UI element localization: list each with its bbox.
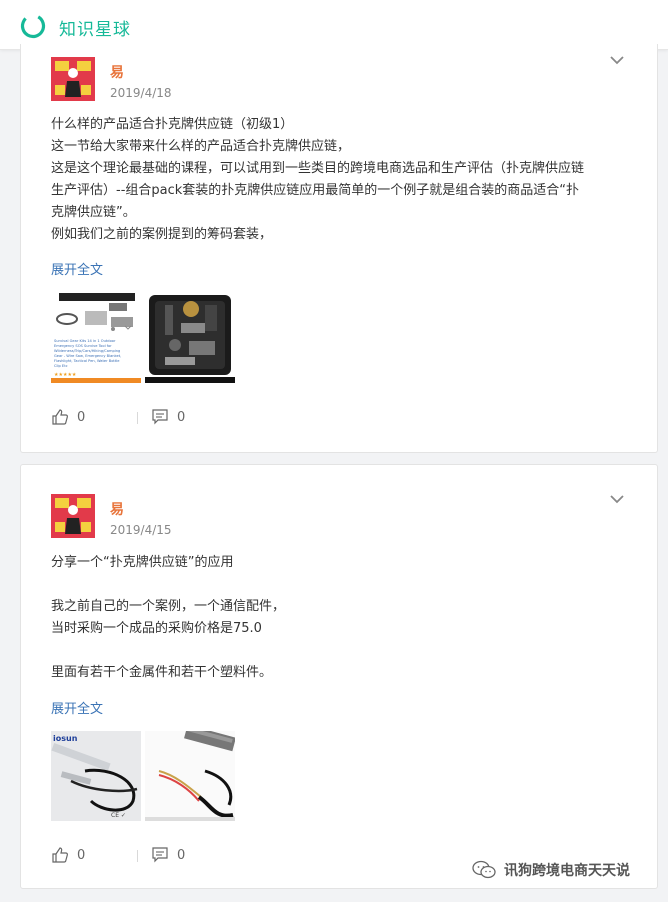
svg-text:CE ✓: CE ✓ bbox=[111, 812, 126, 819]
comment-count: 0 bbox=[177, 409, 186, 425]
content-line: 我之前自己的一个案例，一个通信配件， bbox=[51, 599, 286, 614]
comment-count: 0 bbox=[177, 847, 186, 863]
svg-text:Gear - Wire Saw, Emergency Bla: Gear - Wire Saw, Emergency Blanket, bbox=[54, 354, 121, 358]
svg-text:★★★★★: ★★★★★ bbox=[54, 372, 77, 378]
thumbs-up-icon bbox=[52, 847, 68, 863]
chevron-down-icon[interactable] bbox=[609, 493, 625, 505]
svg-text:Wilderness/Trip/Cars/Hiking/Ca: Wilderness/Trip/Cars/Hiking/Camping bbox=[54, 349, 120, 353]
comment-icon bbox=[152, 409, 168, 425]
author-name[interactable]: 易 bbox=[110, 499, 124, 519]
like-count: 0 bbox=[77, 409, 86, 425]
content-line: 生产评估）--组合pack套装的扑克牌供应链应用最简单的一个例子就是组合装的商品… bbox=[51, 183, 580, 198]
avatar[interactable] bbox=[51, 494, 95, 538]
divider bbox=[137, 412, 138, 424]
post-content: 分享一个“扑克牌供应链”的应用 我之前自己的一个案例，一个通信配件， 当时采购一… bbox=[51, 552, 631, 684]
content-line: 当时采购一个成品的采购价格是75.0 bbox=[51, 621, 262, 636]
chevron-down-icon[interactable] bbox=[609, 54, 625, 66]
svg-text:Emergency SOS Survive Tool for: Emergency SOS Survive Tool for bbox=[54, 344, 112, 348]
author-name[interactable]: 易 bbox=[110, 62, 124, 82]
svg-text:Clip Etc: Clip Etc bbox=[54, 364, 68, 368]
content-line: 分享一个“扑克牌供应链”的应用 bbox=[51, 555, 234, 570]
brand-name[interactable]: 知识星球 bbox=[59, 15, 131, 40]
post-card: 易 2019/4/15 分享一个“扑克牌供应链”的应用 我之前自己的一个案例，一… bbox=[20, 464, 658, 889]
content-line: 例如我们之前的案例提到的筹码套装， bbox=[51, 227, 273, 242]
content-line: 这一节给大家带来什么样的产品适合扑克牌供应链， bbox=[51, 139, 351, 154]
content-line: 克牌供应链”。 bbox=[51, 205, 136, 220]
post-date: 2019/4/15 bbox=[110, 523, 172, 537]
post-card: 易 2019/4/18 什么样的产品适合扑克牌供应链（初级1） 这一节给大家带来… bbox=[20, 44, 658, 453]
like-button[interactable]: 0 bbox=[51, 846, 85, 864]
content-line: 这是这个理论最基础的课程，可以试用到一些类目的跨境电商选品和生产评估（扑克牌供应… bbox=[51, 161, 585, 176]
top-bar: 知识星球 bbox=[0, 0, 668, 50]
post-content: 什么样的产品适合扑克牌供应链（初级1） 这一节给大家带来什么样的产品适合扑克牌供… bbox=[51, 114, 631, 246]
avatar[interactable] bbox=[51, 57, 95, 101]
comment-button[interactable]: 0 bbox=[151, 408, 185, 426]
like-button[interactable]: 0 bbox=[51, 408, 85, 426]
svg-text:Survival Gear Kits 14 in 1 Out: Survival Gear Kits 14 in 1 Outdoor bbox=[54, 339, 116, 343]
content-line: 里面有若干个金属件和若干个塑料件。 bbox=[51, 665, 273, 680]
wechat-watermark: 讯狗跨境电商天天说 bbox=[472, 860, 630, 880]
post-image-thumbnail[interactable] bbox=[145, 293, 235, 383]
divider bbox=[137, 850, 138, 862]
comment-icon bbox=[152, 847, 168, 863]
post-image-thumbnail[interactable] bbox=[145, 731, 235, 821]
like-count: 0 bbox=[77, 847, 86, 863]
post-image-thumbnail[interactable]: Survival Gear Kits 14 in 1 Outdoor Emerg… bbox=[51, 293, 141, 383]
post-image-thumbnail[interactable]: iosun CE ✓ bbox=[51, 731, 141, 821]
post-date: 2019/4/18 bbox=[110, 86, 172, 100]
expand-full-text-link[interactable]: 展开全文 bbox=[51, 259, 103, 278]
thumbs-up-icon bbox=[52, 409, 68, 425]
content-line: 什么样的产品适合扑克牌供应链（初级1） bbox=[51, 117, 294, 132]
comment-button[interactable]: 0 bbox=[151, 846, 185, 864]
content-line bbox=[51, 574, 631, 596]
svg-text:iosun: iosun bbox=[53, 734, 78, 743]
svg-text:Flashlight, Tactical Pen, Wate: Flashlight, Tactical Pen, Water Bottle bbox=[54, 359, 120, 363]
content-line bbox=[51, 640, 631, 662]
wechat-icon bbox=[472, 860, 496, 879]
watermark-text: 讯狗跨境电商天天说 bbox=[504, 863, 630, 879]
zsxq-logo-icon[interactable] bbox=[20, 13, 46, 39]
expand-full-text-link[interactable]: 展开全文 bbox=[51, 698, 103, 717]
